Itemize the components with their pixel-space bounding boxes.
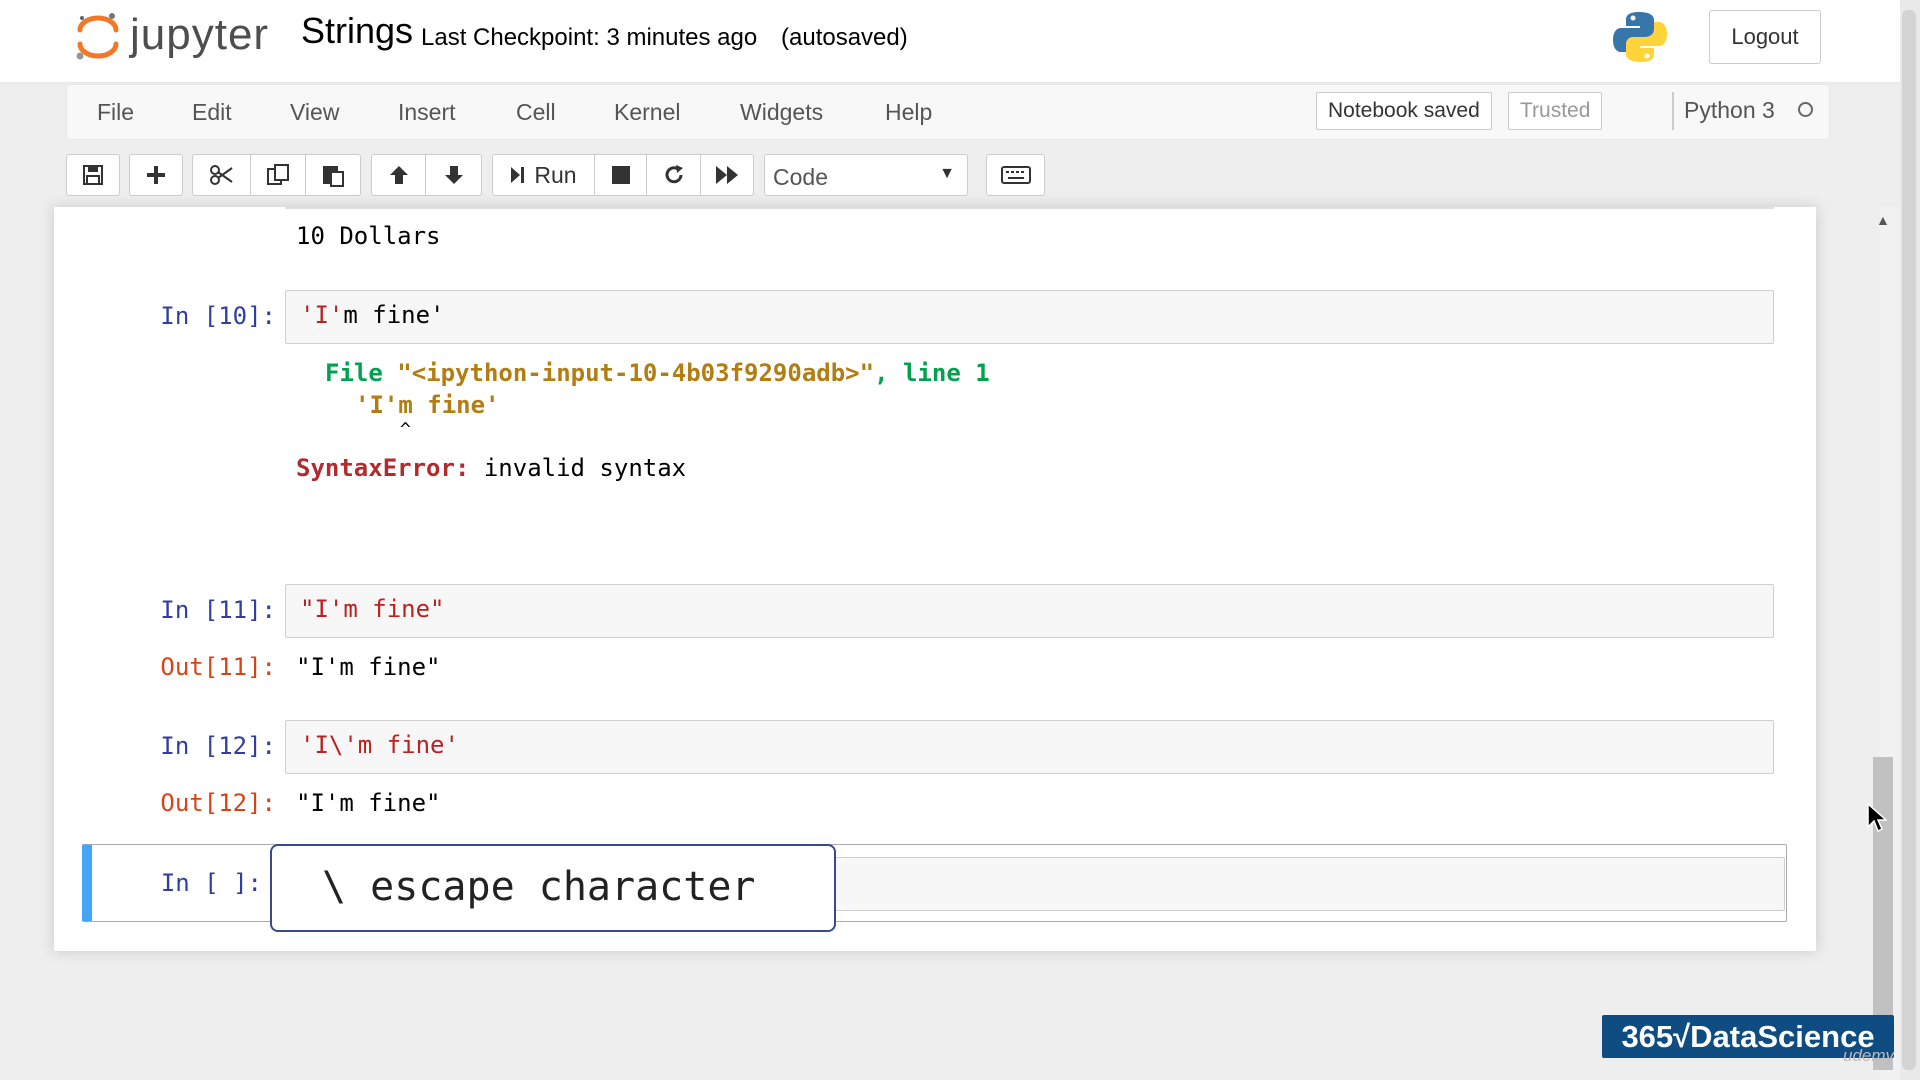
paste-button[interactable] [305,154,361,196]
cell-type-select[interactable]: Code ▼ [764,154,968,196]
cell-12-in-prompt: In [12]: [160,732,276,760]
cell-10-input[interactable]: 'I'm fine' [285,290,1774,344]
move-up-button[interactable] [371,154,426,196]
cell-type-value: Code [773,164,828,190]
cell-11-output: "I'm fine" [296,653,441,681]
cell-12-out-prompt: Out[12]: [160,789,276,817]
cell-11-code: "I'm fine" [300,595,445,623]
copy-button[interactable] [250,154,306,196]
copy-icon [267,164,289,185]
caption-callout: \ escape character [270,844,836,932]
python-logo-icon [1613,12,1667,62]
run-icon [511,167,525,183]
udemy-watermark: udemy [1843,1046,1895,1065]
logout-button[interactable]: Logout [1709,10,1821,64]
plus-icon [147,166,165,184]
cell-12-output: "I'm fine" [296,789,441,817]
traceback-caret: ^ [400,419,411,440]
notebook-header: jupyter Strings Last Checkpoint: 3 minut… [0,0,1900,83]
window-scrollbar-thumb[interactable] [1902,10,1916,1070]
scissors-icon [209,165,233,185]
cell-empty-in-prompt: In [ ]: [160,869,262,897]
trusted-indicator[interactable]: Trusted [1508,92,1603,130]
restart-icon [665,165,683,184]
kernel-divider [1672,92,1674,130]
paste-icon [323,166,344,187]
menu-view[interactable]: View [290,99,339,126]
cell-12-input[interactable]: 'I\'m fine' [285,720,1774,774]
checkpoint-status: Last Checkpoint: 3 minutes ago [421,24,758,51]
arrow-down-icon [444,166,463,184]
move-down-button[interactable] [425,154,482,196]
run-button[interactable]: Run [492,154,595,196]
cell-11-in-prompt: In [11]: [160,596,276,624]
keyboard-icon [1000,166,1031,184]
traceback-code-line: 'I'm fine' [355,391,500,419]
stop-icon [611,166,630,184]
traceback-file-line: File "<ipython-input-10-4b03f9290adb>", … [325,359,990,387]
menu-edit[interactable]: Edit [192,99,232,126]
notebook-saved-indicator: Notebook saved [1316,92,1492,130]
cell-12-code: 'I\'m fine' [300,731,459,759]
arrow-up-icon [389,166,408,184]
scroll-up-icon[interactable]: ▲ [1876,212,1890,228]
menu-help[interactable]: Help [885,99,932,126]
chevron-down-icon: ▼ [939,165,955,182]
jupyter-logo-icon [76,13,119,60]
cut-button[interactable] [192,154,251,196]
fast-forward-icon [716,166,738,184]
menu-file[interactable]: File [97,99,134,126]
menu-insert[interactable]: Insert [398,99,456,126]
insert-cell-button[interactable] [129,154,183,196]
notebook-name[interactable]: Strings [301,10,413,52]
save-button[interactable] [66,154,120,196]
jupyter-logo[interactable]: jupyter [72,10,292,62]
menu-cell[interactable]: Cell [516,99,556,126]
restart-button[interactable] [646,154,701,196]
menu-kernel[interactable]: Kernel [614,99,680,126]
menu-widgets[interactable]: Widgets [740,99,823,126]
run-label: Run [534,161,577,188]
cell-11-out-prompt: Out[11]: [160,653,276,681]
cell-11-input[interactable]: "I'm fine" [285,584,1774,638]
kernel-idle-icon [1798,102,1813,117]
prev-cell-output: 10 Dollars [296,222,441,250]
mouse-cursor-icon [1867,803,1887,833]
cell-10-code: 'I'm fine' [300,301,445,329]
notebook-container: 10 Dollars In [10]: 'I'm fine' File "<ip… [54,207,1816,951]
interrupt-button[interactable] [594,154,647,196]
autosave-status: (autosaved) [781,24,908,51]
caption-text: \ escape character [322,864,756,910]
jupyter-wordmark: jupyter [130,10,270,59]
cell-10-in-prompt: In [10]: [160,302,276,330]
command-palette-button[interactable] [986,154,1045,196]
save-icon [83,165,103,185]
kernel-name[interactable]: Python 3 [1684,97,1775,124]
restart-run-all-button[interactable] [700,154,754,196]
syntax-error-line: SyntaxError: invalid syntax [296,454,687,482]
prev-cell-edge [285,207,1774,209]
